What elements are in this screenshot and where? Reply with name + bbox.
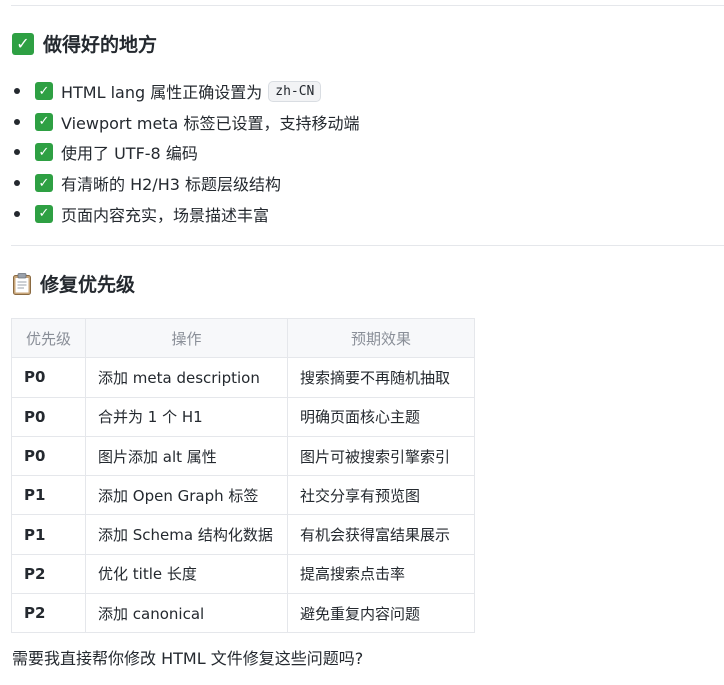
priority-cell: P0 bbox=[11, 357, 86, 398]
action-cell: 图片添加 alt 属性 bbox=[85, 435, 288, 477]
action-cell: 添加 Schema 结构化数据 bbox=[85, 514, 288, 555]
table-row: P0 添加 meta description 搜索摘要不再随机抽取 bbox=[11, 357, 475, 398]
bullet-dot bbox=[14, 118, 20, 125]
check-mark-icon: ✓ bbox=[35, 204, 53, 223]
priority-cell: P2 bbox=[11, 593, 86, 634]
effect-cell: 有机会获得富结果展示 bbox=[287, 514, 475, 555]
list-item: ✓ 使用了 UTF-8 编码 bbox=[12, 137, 359, 168]
action-cell: 合并为 1 个 H1 bbox=[85, 396, 288, 437]
column-header-effect: 预期效果 bbox=[287, 317, 475, 359]
priority-cell: P1 bbox=[11, 475, 86, 516]
bullet-dot bbox=[14, 149, 20, 156]
bullet-dot bbox=[14, 180, 20, 187]
priority-section-title-text: 修复优先级 bbox=[40, 274, 136, 296]
list-item-text: 有清晰的 H2/H3 标题层级结构 bbox=[61, 175, 281, 195]
check-mark-icon: ✓ bbox=[35, 82, 53, 101]
table-row: P0 合并为 1 个 H1 明确页面核心主题 bbox=[11, 396, 475, 437]
list-item-text: 页面内容充实，场景描述丰富 bbox=[61, 205, 270, 225]
table-row: P1 添加 Schema 结构化数据 有机会获得富结果展示 bbox=[11, 514, 475, 555]
column-header-priority: 优先级 bbox=[11, 317, 86, 359]
priority-cell: P1 bbox=[11, 514, 86, 555]
effect-cell: 明确页面核心主题 bbox=[287, 396, 475, 437]
priority-section-title: 修复优先级 bbox=[12, 270, 135, 297]
inline-code: zh-CN bbox=[268, 80, 322, 102]
check-mark-icon: ✓ bbox=[35, 143, 53, 162]
action-cell: 优化 title 长度 bbox=[85, 553, 288, 595]
list-item: ✓ Viewport meta 标签已设置，支持移动端 bbox=[12, 107, 359, 138]
top-divider bbox=[11, 5, 724, 6]
good-points-list: ✓ HTML lang 属性正确设置为 zh-CN ✓ Viewport met… bbox=[12, 76, 359, 229]
table-row: P1 添加 Open Graph 标签 社交分享有预览图 bbox=[11, 475, 475, 516]
column-header-action: 操作 bbox=[85, 317, 288, 359]
check-mark-icon: ✓ bbox=[35, 112, 53, 131]
table-row: P2 优化 title 长度 提高搜索点击率 bbox=[11, 553, 475, 595]
follow-up-question: 需要我直接帮你修改 HTML 文件修复这些问题吗? bbox=[12, 649, 364, 668]
effect-cell: 提高搜索点击率 bbox=[287, 553, 475, 595]
list-item-text: HTML lang 属性正确设置为 bbox=[61, 83, 263, 103]
effect-cell: 图片可被搜索引擎索引 bbox=[287, 435, 475, 477]
priority-table: 优先级 操作 预期效果 P0 添加 meta description 搜索摘要不… bbox=[11, 317, 475, 634]
list-item: ✓ 有清晰的 H2/H3 标题层级结构 bbox=[12, 168, 359, 199]
table-header-row: 优先级 操作 预期效果 bbox=[11, 317, 475, 359]
section-divider bbox=[11, 245, 724, 246]
priority-cell: P2 bbox=[11, 553, 86, 595]
action-cell: 添加 canonical bbox=[85, 593, 288, 634]
effect-cell: 避免重复内容问题 bbox=[287, 593, 475, 634]
action-cell: 添加 meta description bbox=[85, 357, 288, 398]
list-item-text: 使用了 UTF-8 编码 bbox=[61, 144, 198, 164]
table-row: P2 添加 canonical 避免重复内容问题 bbox=[11, 593, 475, 634]
good-section-title-text: 做得好的地方 bbox=[43, 34, 158, 56]
effect-cell: 搜索摘要不再随机抽取 bbox=[287, 357, 475, 398]
list-item-text: Viewport meta 标签已设置，支持移动端 bbox=[61, 113, 360, 133]
list-item: ✓ HTML lang 属性正确设置为 zh-CN bbox=[12, 76, 359, 107]
check-mark-icon: ✓ bbox=[12, 32, 34, 55]
action-cell: 添加 Open Graph 标签 bbox=[85, 475, 288, 516]
priority-cell: P0 bbox=[11, 435, 86, 477]
good-section-title: ✓ 做得好的地方 bbox=[12, 30, 157, 57]
clipboard-icon bbox=[13, 272, 31, 295]
effect-cell: 社交分享有预览图 bbox=[287, 475, 475, 516]
list-item: ✓ 页面内容充实，场景描述丰富 bbox=[12, 198, 359, 229]
table-row: P0 图片添加 alt 属性 图片可被搜索引擎索引 bbox=[11, 435, 475, 477]
priority-cell: P0 bbox=[11, 396, 86, 437]
check-mark-icon: ✓ bbox=[35, 174, 53, 193]
bullet-dot bbox=[14, 210, 20, 217]
bullet-dot bbox=[14, 88, 20, 95]
